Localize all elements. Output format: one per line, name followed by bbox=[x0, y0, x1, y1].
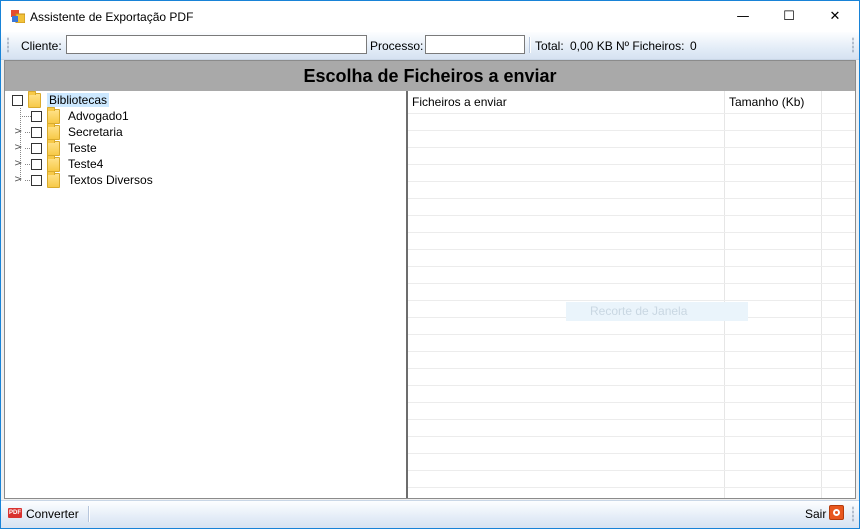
processo-input[interactable] bbox=[425, 35, 525, 54]
tree-node-label: Bibliotecas bbox=[47, 93, 110, 107]
column-header-files[interactable]: Ficheiros a enviar bbox=[408, 91, 724, 113]
grid-row-line bbox=[408, 232, 855, 233]
grid-row-line bbox=[408, 419, 855, 420]
cliente-label: Cliente: bbox=[21, 39, 62, 53]
status-separator bbox=[88, 506, 90, 522]
folder-icon bbox=[47, 106, 60, 124]
toolbar: Cliente: Processo: Total: 0,00 KB Nº Fic… bbox=[1, 32, 859, 60]
folder-icon bbox=[28, 90, 41, 108]
tree-connector bbox=[20, 116, 31, 117]
tree-node-checkbox[interactable] bbox=[31, 142, 42, 154]
toolbar-separator bbox=[529, 37, 531, 53]
window-title: Assistente de Exportação PDF bbox=[30, 10, 194, 24]
tree-node-textos-diversos[interactable]: Textos Diversos bbox=[31, 170, 155, 188]
title-bar: Assistente de Exportação PDF — ☐ ✕ bbox=[1, 1, 859, 32]
files-grid[interactable]: Ficheiros a enviar Tamanho (Kb) Recorte … bbox=[408, 91, 855, 498]
expand-chevron-icon[interactable]: > bbox=[14, 124, 22, 140]
grid-row-line bbox=[408, 198, 855, 199]
window-snip-overlay: Recorte de Janela bbox=[566, 302, 748, 321]
maximize-icon: ☐ bbox=[783, 9, 795, 24]
grid-row-line bbox=[408, 385, 855, 386]
grid-row-line bbox=[408, 402, 855, 403]
grid-row-line bbox=[408, 283, 855, 284]
grid-row-line bbox=[408, 249, 855, 250]
tree-node-checkbox[interactable] bbox=[31, 126, 42, 138]
grid-row-line bbox=[408, 453, 855, 454]
minimize-icon: — bbox=[736, 9, 750, 24]
tree-node-label: Textos Diversos bbox=[68, 173, 153, 187]
tree-node-label: Secretaria bbox=[68, 125, 123, 139]
library-tree[interactable]: Bibliotecas Advogado1 > Secretaria > Tes… bbox=[5, 90, 406, 498]
toolbar-grip-icon[interactable] bbox=[7, 37, 9, 53]
grid-row-line bbox=[408, 470, 855, 471]
grid-row-line bbox=[408, 300, 855, 301]
cliente-input[interactable] bbox=[66, 35, 367, 54]
tree-node-advogado1[interactable]: Advogado1 bbox=[31, 106, 131, 124]
app-window: Assistente de Exportação PDF — ☐ ✕ Clien… bbox=[0, 0, 860, 529]
tree-node-teste[interactable]: Teste bbox=[31, 138, 99, 156]
section-header: Escolha de Ficheiros a enviar bbox=[5, 61, 855, 91]
convert-button[interactable]: Converter bbox=[26, 507, 79, 521]
tree-node-secretaria[interactable]: Secretaria bbox=[31, 122, 125, 140]
tree-node-checkbox[interactable] bbox=[12, 94, 23, 106]
pdf-icon: PDF bbox=[8, 508, 22, 518]
minimize-button[interactable]: — bbox=[720, 1, 766, 32]
tree-node-bibliotecas[interactable]: Bibliotecas bbox=[12, 90, 110, 108]
tree-node-label: Teste bbox=[68, 141, 97, 155]
folder-icon bbox=[47, 170, 60, 188]
total-value: 0,00 KB bbox=[570, 39, 613, 53]
close-icon: ✕ bbox=[829, 9, 841, 24]
grid-row-line bbox=[408, 113, 855, 114]
column-header-size[interactable]: Tamanho (Kb) bbox=[725, 91, 821, 113]
toolbar-end-grip-icon bbox=[852, 37, 854, 53]
grid-row-line bbox=[408, 147, 855, 148]
grid-row-line bbox=[408, 181, 855, 182]
main-content: Escolha de Ficheiros a enviar Biblioteca… bbox=[4, 60, 856, 499]
exit-icon[interactable] bbox=[829, 505, 844, 520]
grid-row-line bbox=[408, 436, 855, 437]
grid-row-line bbox=[408, 215, 855, 216]
processo-label: Processo: bbox=[370, 39, 424, 53]
grid-row-line bbox=[408, 351, 855, 352]
tree-node-label: Advogado1 bbox=[68, 109, 129, 123]
status-grip-icon bbox=[852, 506, 854, 522]
tree-node-checkbox[interactable] bbox=[31, 110, 42, 122]
folder-icon bbox=[47, 154, 60, 172]
section-title: Escolha de Ficheiros a enviar bbox=[303, 65, 557, 86]
close-button[interactable]: ✕ bbox=[812, 1, 858, 32]
maximize-button[interactable]: ☐ bbox=[766, 1, 812, 32]
expand-chevron-icon[interactable]: > bbox=[14, 140, 22, 156]
grid-row-line bbox=[408, 130, 855, 131]
folder-icon bbox=[47, 138, 60, 156]
expand-chevron-icon[interactable]: > bbox=[14, 172, 22, 188]
file-count-label: Nº Ficheiros: bbox=[616, 39, 685, 53]
grid-row-line bbox=[408, 266, 855, 267]
tree-node-label: Teste4 bbox=[68, 157, 104, 171]
total-label: Total: bbox=[535, 39, 564, 53]
tree-node-teste4[interactable]: Teste4 bbox=[31, 154, 105, 172]
tree-node-checkbox[interactable] bbox=[31, 158, 42, 170]
exit-button[interactable]: Sair bbox=[805, 507, 826, 521]
grid-row-line bbox=[408, 164, 855, 165]
expand-chevron-icon[interactable]: > bbox=[14, 156, 22, 172]
grid-row-line bbox=[408, 334, 855, 335]
file-count-value: 0 bbox=[690, 39, 697, 53]
app-icon bbox=[11, 10, 25, 23]
folder-icon bbox=[47, 122, 60, 140]
tree-node-checkbox[interactable] bbox=[31, 174, 42, 186]
status-bar: PDF Converter Sair bbox=[1, 500, 859, 528]
grid-row-line bbox=[408, 487, 855, 488]
grid-row-line bbox=[408, 368, 855, 369]
